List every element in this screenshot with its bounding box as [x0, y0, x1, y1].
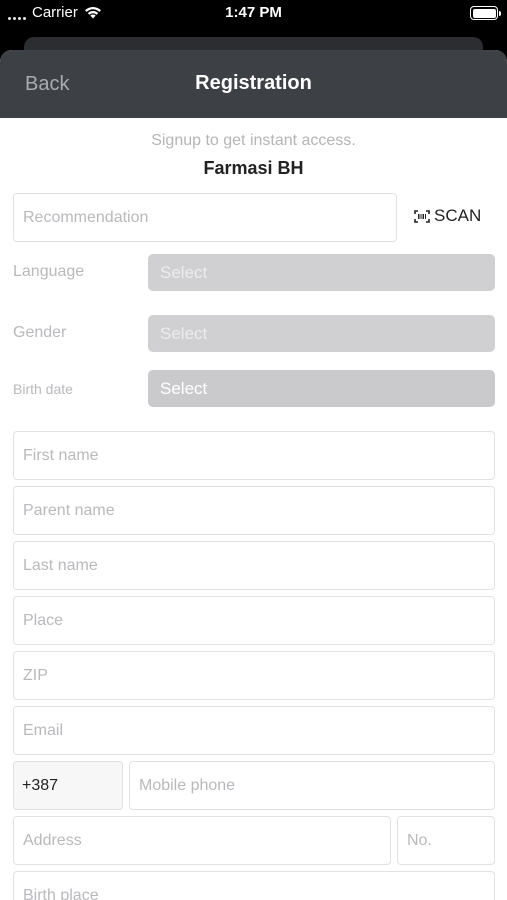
house-number-field[interactable] [397, 816, 495, 865]
first-name-field[interactable] [13, 431, 495, 480]
gender-label: Gender [13, 324, 67, 341]
mobile-phone-input[interactable] [130, 762, 494, 809]
birth-date-select[interactable]: Select [148, 370, 495, 407]
email-input[interactable] [14, 707, 494, 754]
phone-prefix[interactable]: +387 [13, 761, 123, 810]
page-title: Registration [195, 72, 312, 94]
gender-select[interactable]: Select [148, 315, 495, 352]
birth-date-label: Birth date [13, 381, 73, 397]
recommendation-field[interactable] [13, 193, 397, 242]
company-name: Farmasi BH [203, 158, 304, 178]
scan-button[interactable]: SCAN [414, 206, 481, 226]
first-name-input[interactable] [14, 432, 494, 479]
language-label: Language [13, 263, 85, 280]
address-field[interactable] [13, 816, 391, 865]
place-input[interactable] [14, 597, 494, 644]
language-select[interactable]: Select [148, 254, 495, 291]
zip-input[interactable] [14, 652, 494, 699]
last-name-input[interactable] [14, 542, 494, 589]
parent-name-input[interactable] [14, 487, 494, 534]
birth-place-field[interactable] [13, 871, 495, 900]
battery-icon [470, 6, 501, 20]
place-field[interactable] [13, 596, 495, 645]
clock: 1:47 PM [225, 4, 282, 21]
nav-bar: Back Registration [0, 50, 507, 118]
house-number-input[interactable] [398, 817, 494, 864]
address-input[interactable] [14, 817, 390, 864]
registration-sheet: Back Registration Signup to get instant … [0, 50, 507, 900]
signup-subtitle: Signup to get instant access. [151, 132, 356, 149]
scan-label: SCAN [434, 206, 482, 225]
barcode-scan-icon [414, 209, 430, 223]
recommendation-input[interactable] [14, 194, 396, 241]
status-bar: Carrier 1:47 PM [0, 0, 507, 30]
birth-place-input[interactable] [14, 872, 494, 900]
parent-name-field[interactable] [13, 486, 495, 535]
email-field[interactable] [13, 706, 495, 755]
last-name-field[interactable] [13, 541, 495, 590]
mobile-phone-field[interactable] [129, 761, 495, 810]
zip-field[interactable] [13, 651, 495, 700]
